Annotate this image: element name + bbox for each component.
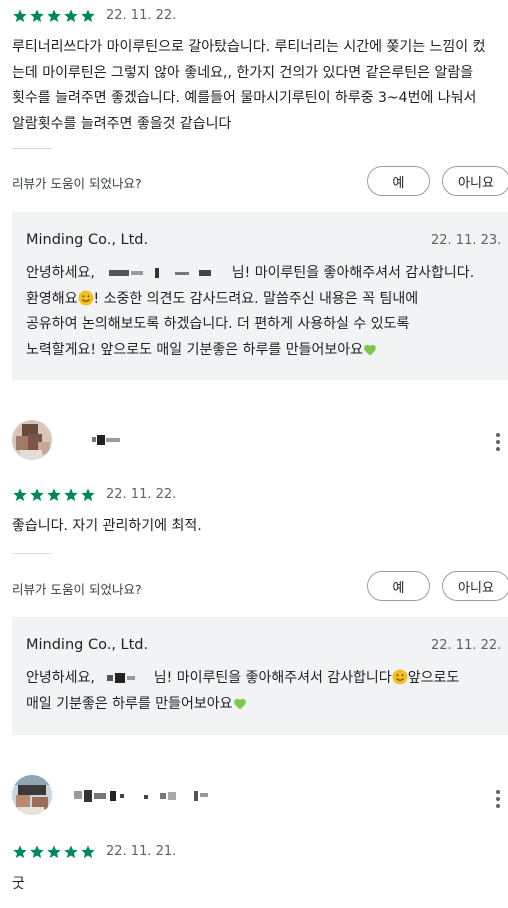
helpful-yes-button[interactable]: 예 (367, 166, 430, 196)
helpful-yes-button[interactable]: 예 (367, 571, 430, 601)
star-icon (47, 488, 61, 501)
more-options-icon[interactable] (496, 433, 500, 451)
star-icon (30, 488, 44, 501)
star-rating (12, 8, 96, 24)
star-icon (47, 845, 61, 858)
star-icon (64, 488, 78, 501)
green-heart-icon (233, 698, 246, 710)
smile-emoji-icon (78, 290, 94, 305)
review-date: 22. 11. 22. (106, 487, 177, 502)
reply-greeting: 안녕하세요, (26, 265, 95, 281)
helpful-no-button[interactable]: 아니요 (442, 571, 508, 601)
star-icon (64, 9, 78, 22)
helpful-no-button[interactable]: 아니요 (442, 166, 508, 196)
star-icon (47, 9, 61, 22)
star-icon (13, 9, 27, 22)
star-icon (13, 488, 27, 501)
helpful-question: 리뷰가 도움이 되었나요? (12, 582, 142, 597)
reply-line1: 님! 마이루틴을 좋아해주셔서 감사합니다. (231, 265, 475, 281)
green-heart-icon (364, 344, 376, 356)
reply-text: 안녕하세요, 님! 마이루틴을 좋아해주셔서 감사합니다. 환영해요! 소중한 … (26, 265, 475, 358)
divider (12, 553, 52, 554)
star-icon (30, 845, 44, 858)
helpful-question: 리뷰가 도움이 되었나요? (12, 176, 142, 191)
reply-greeting: 안녕하세요, (26, 670, 95, 686)
reviewer-avatar (12, 775, 52, 815)
star-icon (81, 488, 95, 501)
developer-reply: Minding Co., Ltd. 22. 11. 23. 안녕하세요, 님! … (12, 212, 508, 380)
star-icon (30, 9, 44, 22)
redacted-username (107, 675, 114, 681)
review-text: 굿 (12, 876, 25, 892)
star-rating (12, 487, 96, 503)
review-date: 22. 11. 21. (106, 844, 177, 859)
redacted-reviewer-name (74, 788, 214, 804)
smile-emoji-icon (392, 669, 408, 685)
star-icon (81, 9, 95, 22)
review-text: 루티너리쓰다가 마이루틴으로 갈아탔습니다. 루티너리는 시간에 쫒기는 느낌이… (12, 39, 486, 132)
reply-date: 22. 11. 22. (431, 638, 502, 653)
redacted-reviewer-name (80, 432, 122, 446)
review-text: 좋습니다. 자기 관리하기에 최적. (12, 518, 202, 534)
reply-date: 22. 11. 23. (431, 233, 502, 248)
developer-reply: Minding Co., Ltd. 22. 11. 22. 안녕하세요, 님! … (12, 617, 508, 735)
redacted-username (109, 270, 130, 276)
divider (12, 148, 52, 149)
review-date: 22. 11. 22. (106, 8, 177, 23)
star-icon (13, 845, 27, 858)
reply-text: 안녕하세요, 님! 마이루틴을 좋아해주셔서 감사합니다 앞으로도 매일 기분좋은… (26, 669, 460, 712)
reviewer-avatar (12, 420, 52, 460)
star-rating (12, 844, 96, 860)
more-options-icon[interactable] (496, 790, 500, 808)
developer-name: Minding Co., Ltd. (26, 637, 149, 653)
star-icon (64, 845, 78, 858)
developer-name: Minding Co., Ltd. (26, 232, 149, 248)
star-icon (81, 845, 95, 858)
